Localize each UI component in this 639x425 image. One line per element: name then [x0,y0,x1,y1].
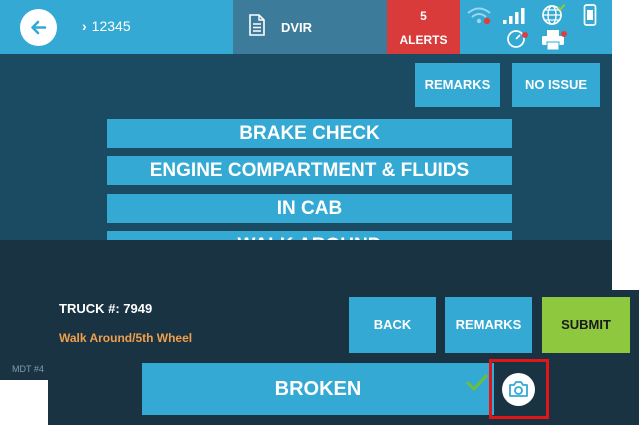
tablet-icon [507,30,528,48]
printer-icon [542,30,567,51]
breadcrumb[interactable]: › 12345 [82,18,131,34]
category-in-cab[interactable]: IN CAB [107,194,512,223]
item-detail-panel: TRUCK #: 7949 Walk Around/5th Wheel BACK… [48,290,639,425]
mdt-label: MDT #4 [12,364,44,374]
camera-button[interactable] [502,373,535,406]
back-button[interactable] [20,9,57,46]
category-engine-compartment-fluids[interactable]: ENGINE COMPARTMENT & FLUIDS [107,156,512,185]
document-icon [249,14,265,36]
truck-number: TRUCK #: 7949 [59,301,153,316]
globe-icon [542,3,565,25]
alerts-label: ALERTS [399,33,448,47]
top-bar: › 12345 DVIR 5 ALERTS [0,0,612,54]
remarks-button-detail[interactable]: REMARKS [445,297,532,353]
broken-status-button[interactable]: BROKEN [142,363,494,415]
alerts-badge[interactable]: 5 ALERTS [387,0,460,54]
phone-icon [583,4,597,26]
back-arrow-icon [31,20,47,35]
no-issue-button[interactable]: NO ISSUE [512,63,600,107]
breadcrumb-label: 12345 [91,18,131,34]
chevron-right-icon: › [82,18,87,34]
camera-highlight [489,359,549,419]
remarks-button[interactable]: REMARKS [415,63,500,107]
tab-dvir-label: DVIR [281,20,313,35]
inspection-item: Walk Around/5th Wheel [59,331,193,345]
back-button-detail[interactable]: BACK [349,297,436,353]
category-brake-check[interactable]: BRAKE CHECK [107,119,512,148]
camera-icon [509,381,528,397]
alerts-count: 5 [420,9,427,23]
submit-button[interactable]: SUBMIT [542,297,630,353]
signal-icon [503,8,525,24]
wifi-icon [467,7,491,25]
tab-dvir[interactable]: DVIR [233,0,387,54]
checkmark-icon [466,374,488,391]
